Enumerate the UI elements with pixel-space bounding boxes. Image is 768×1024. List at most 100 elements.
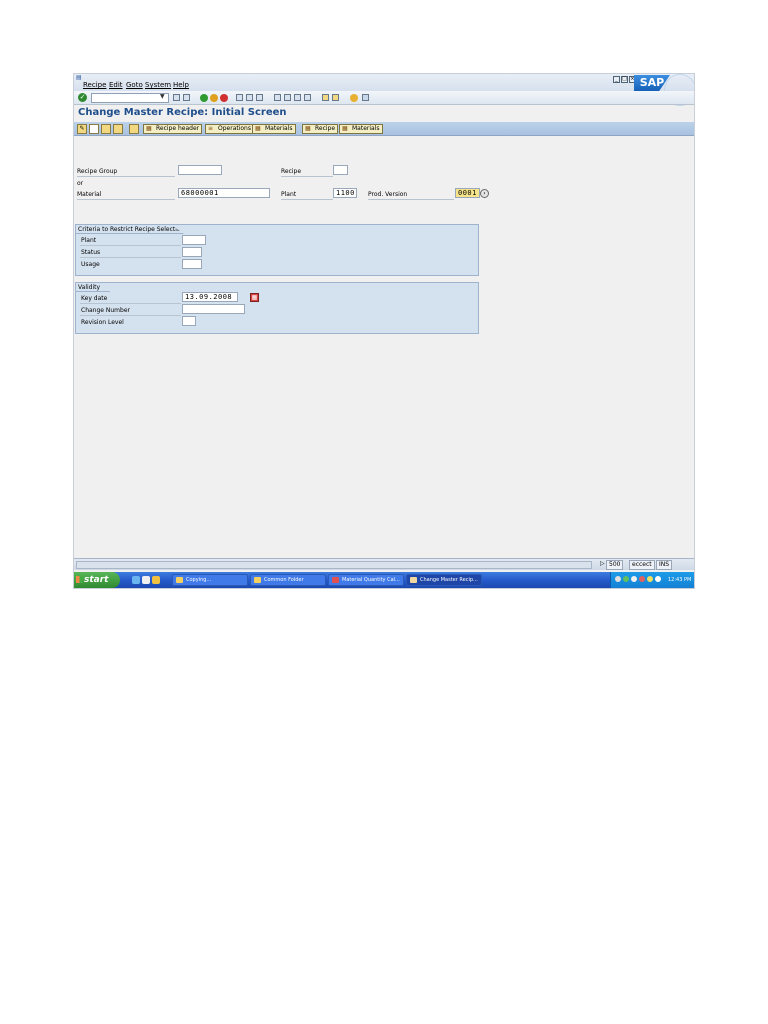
sap-menu-icon[interactable]: ▤ [76, 74, 82, 81]
standard-toolbar: ✓ ▼ [74, 91, 694, 105]
tray-status-icon[interactable] [623, 576, 629, 582]
task-change-master-recipe[interactable]: Change Master Recip... [406, 574, 482, 586]
back-icon[interactable] [200, 94, 208, 102]
cancel-icon[interactable] [220, 94, 228, 102]
find-icon[interactable] [246, 94, 253, 101]
recipe-input[interactable] [333, 165, 348, 175]
materials-button-2[interactable]: ▦ Materials [339, 124, 383, 134]
operations-button[interactable]: ≡ Operations [205, 124, 254, 134]
materials-icon-2: ▦ [342, 125, 348, 132]
task-common-folder-label: Common Folder [264, 577, 304, 583]
sap-window-icon [410, 577, 417, 583]
previous-page-icon[interactable] [284, 94, 291, 101]
new-session-icon[interactable] [322, 94, 329, 101]
status-bar: ▷ 500 eccect INS [74, 558, 694, 570]
recipe-group-underline [77, 176, 175, 177]
start-button[interactable]: start [74, 572, 120, 588]
criteria-usage-input[interactable] [182, 259, 202, 269]
tray-volume-icon[interactable] [631, 576, 637, 582]
task-common-folder[interactable]: Common Folder [250, 574, 326, 586]
enter-icon[interactable]: ✓ [78, 93, 87, 102]
quicklaunch-ie-icon[interactable] [132, 576, 140, 584]
create-icon[interactable]: ✎ [77, 124, 87, 134]
back-arrow-icon[interactable] [173, 94, 180, 101]
folder-icon[interactable] [129, 124, 139, 134]
quicklaunch-desktop-icon[interactable] [142, 576, 150, 584]
menu-edit[interactable]: Edit [109, 81, 123, 89]
help-icon[interactable] [350, 94, 358, 102]
tray-antivirus-icon[interactable] [655, 576, 661, 582]
tray-network-icon[interactable] [615, 576, 621, 582]
windows-taskbar: start Copying... Common Folder Material … [74, 572, 694, 588]
criteria-group-title: Criteria to Restrict Recipe Selection [76, 225, 185, 234]
status-client: 500 [606, 560, 624, 570]
quicklaunch-media-icon[interactable] [152, 576, 160, 584]
recipe-header-label: Recipe header [156, 125, 200, 132]
plant-label: Plant [281, 191, 297, 198]
next-page-icon[interactable] [294, 94, 301, 101]
layout-menu-icon[interactable] [362, 94, 369, 101]
materials-label: Materials [265, 125, 293, 132]
menu-help[interactable]: Help [173, 81, 189, 89]
menu-recipe[interactable]: Recipe [83, 81, 106, 89]
criteria-status-label: Status [81, 249, 101, 256]
maximize-icon[interactable]: □ [621, 76, 628, 83]
last-page-icon[interactable] [304, 94, 311, 101]
exit-icon[interactable] [210, 94, 218, 102]
recipe-label: Recipe [315, 125, 336, 132]
or-label: or [77, 180, 84, 187]
revision-level-input[interactable] [182, 316, 196, 326]
clock[interactable]: 12:43 PM [668, 572, 691, 588]
edit-icon[interactable] [101, 124, 111, 134]
criteria-plant-underline [80, 245, 181, 246]
material-input[interactable]: 68000001 [178, 188, 270, 198]
operations-label: Operations [218, 125, 251, 132]
print-icon[interactable] [236, 94, 243, 101]
shortcut-icon[interactable] [332, 94, 339, 101]
folder-icon [254, 577, 261, 583]
recipe-icon: ▦ [305, 125, 311, 132]
criteria-plant-label: Plant [81, 237, 97, 244]
validity-group [75, 282, 479, 334]
find-next-icon[interactable] [256, 94, 263, 101]
recipe-button[interactable]: ▦ Recipe [302, 124, 339, 134]
key-date-input[interactable]: 13.09.2008 [182, 292, 238, 302]
application-toolbar: ✎ ▦ Recipe header ≡ Operations ▦ Materials … [74, 122, 694, 136]
document-icon [332, 577, 339, 583]
first-page-icon[interactable] [274, 94, 281, 101]
task-material-quantity[interactable]: Material Quantity Cal... [328, 574, 404, 586]
menu-system[interactable]: System [145, 81, 171, 89]
material-underline [77, 199, 175, 200]
materials-button[interactable]: ▦ Materials [252, 124, 296, 134]
task-material-quantity-label: Material Quantity Cal... [342, 577, 400, 583]
document-icon[interactable] [89, 124, 99, 134]
page-title: Change Master Recipe: Initial Screen [78, 107, 287, 118]
minimize-icon[interactable]: _ [613, 76, 620, 83]
prod-version-input[interactable]: 0001 [455, 188, 480, 198]
save-icon[interactable] [183, 94, 190, 101]
operations-icon: ≡ [208, 125, 214, 132]
prod-version-label: Prod. Version [368, 191, 408, 198]
materials-label-2: Materials [352, 125, 380, 132]
status-server: eccect [629, 560, 655, 570]
folder-icon [176, 577, 183, 583]
recipe-group-input[interactable] [178, 165, 222, 175]
calendar-icon[interactable]: ▦ [250, 293, 259, 302]
change-number-input[interactable] [182, 304, 245, 314]
key-date-label: Key date [81, 295, 108, 302]
recipe-header-button[interactable]: ▦ Recipe header [143, 124, 203, 134]
tray-security-icon[interactable] [639, 576, 645, 582]
task-copying[interactable]: Copying... [172, 574, 248, 586]
criteria-status-underline [80, 257, 181, 258]
criteria-plant-input[interactable] [182, 235, 206, 245]
value-help-icon[interactable]: › [480, 189, 489, 198]
change-number-label: Change Number [81, 307, 130, 314]
tray-messenger-icon[interactable] [647, 576, 653, 582]
copy-icon[interactable] [113, 124, 123, 134]
criteria-status-input[interactable] [182, 247, 202, 257]
task-change-master-recipe-label: Change Master Recip... [420, 577, 478, 583]
command-field[interactable] [91, 93, 169, 103]
plant-input[interactable]: 1100 [333, 188, 357, 198]
command-dropdown-icon[interactable]: ▼ [160, 93, 165, 100]
menu-goto[interactable]: Goto [126, 81, 143, 89]
